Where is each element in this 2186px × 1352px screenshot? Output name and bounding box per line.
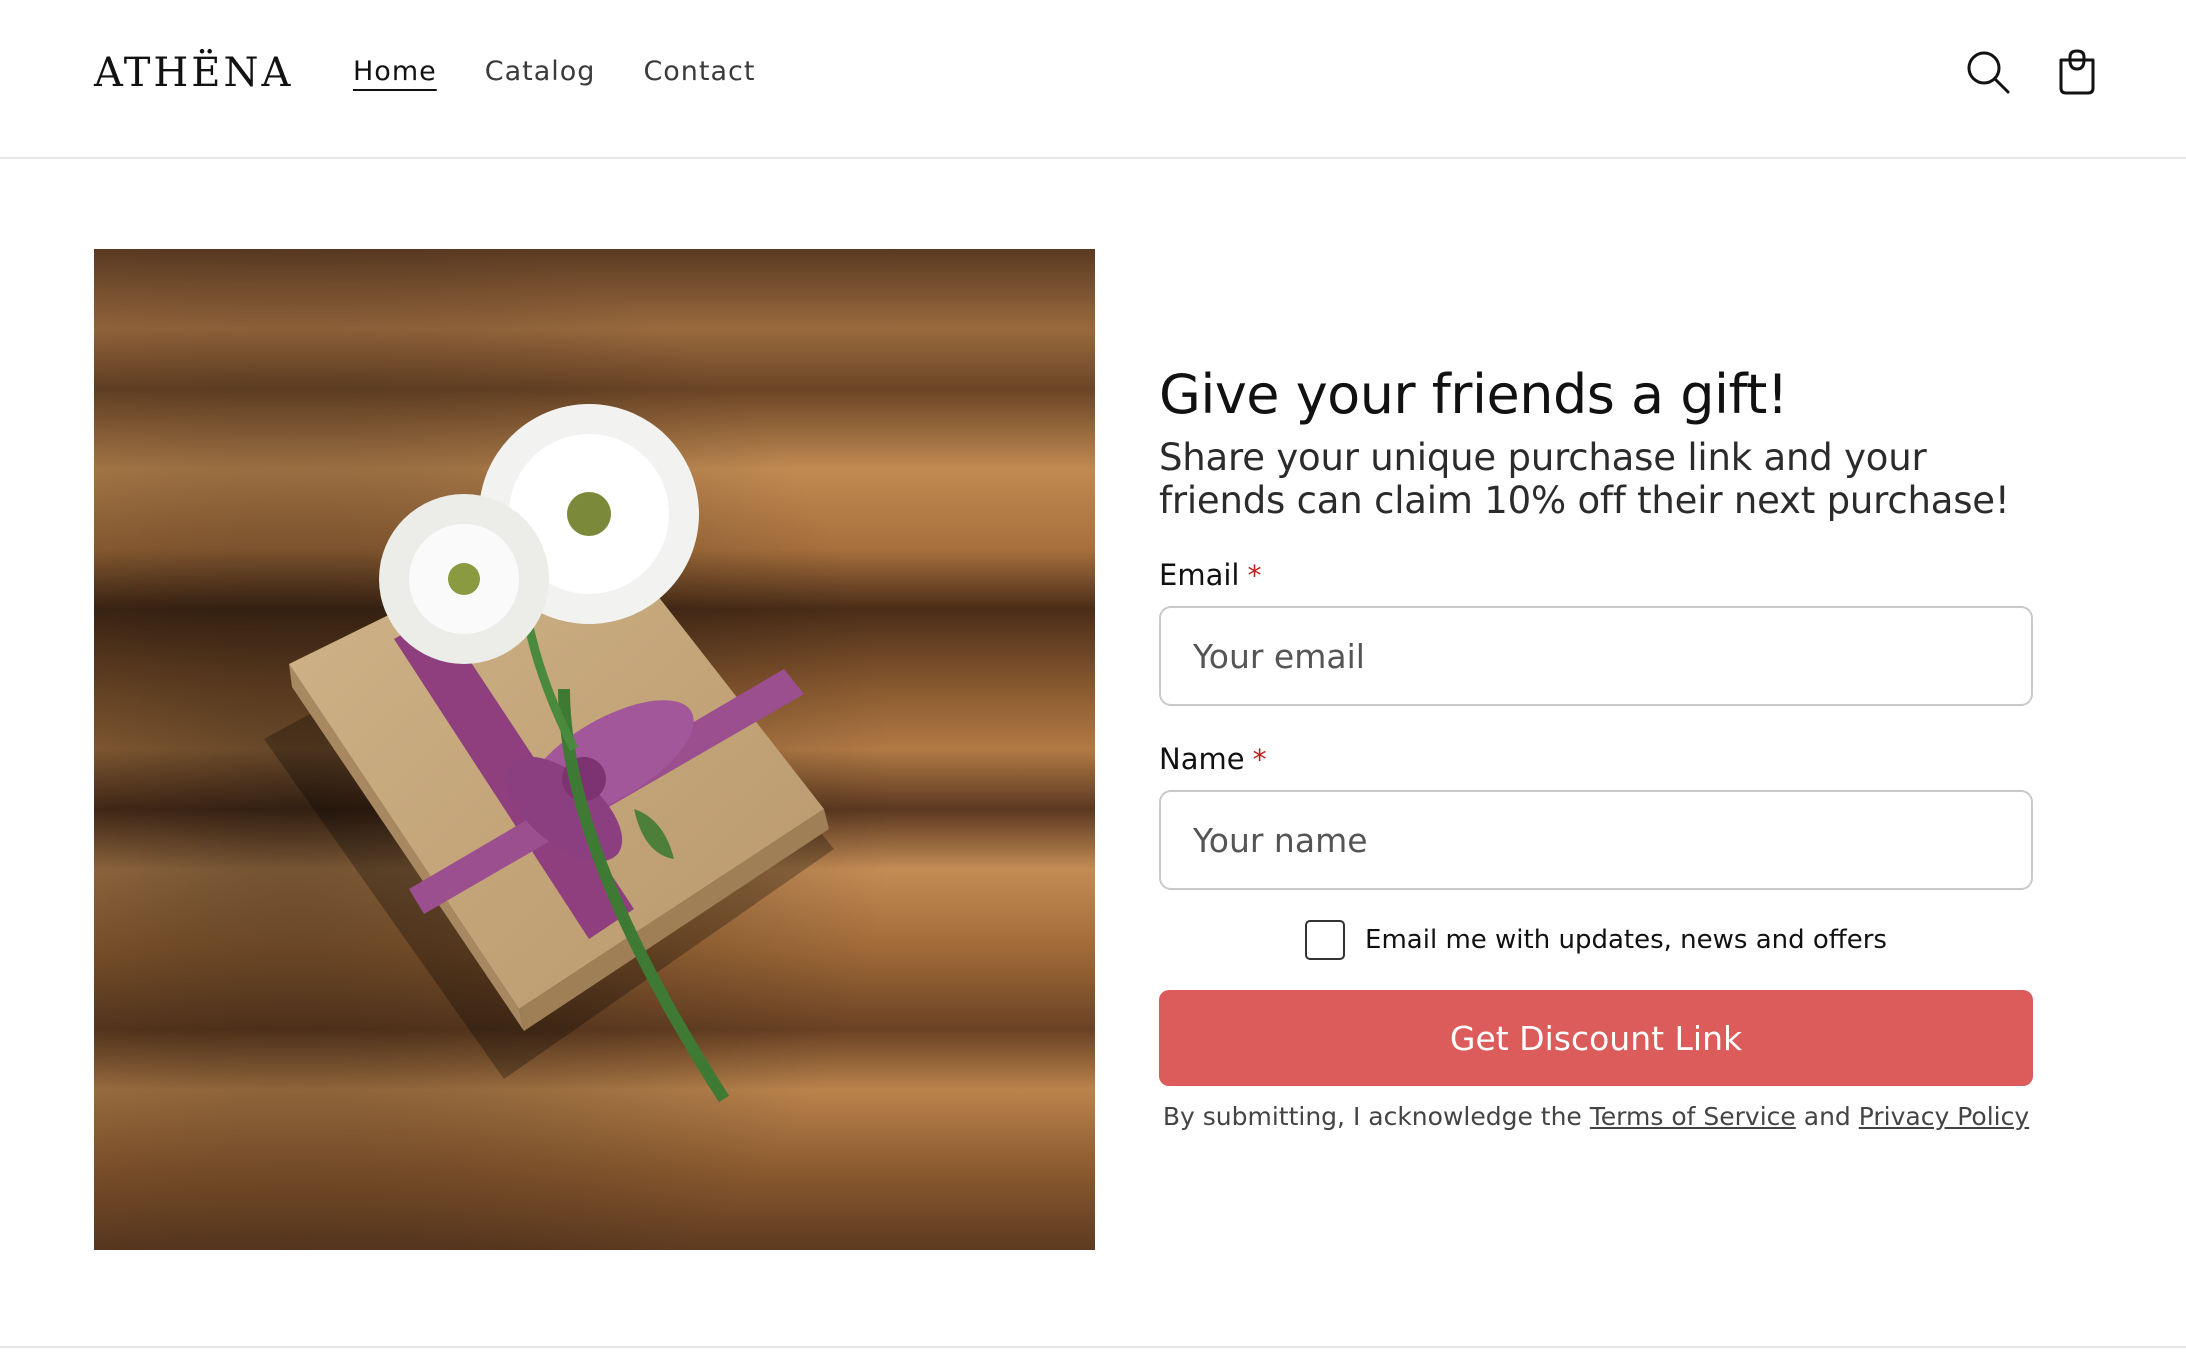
name-label-text: Name <box>1159 742 1245 776</box>
form-title: Give your friends a gift! <box>1159 363 1788 426</box>
name-field[interactable] <box>1159 790 2033 890</box>
nav-home[interactable]: Home <box>353 56 437 87</box>
get-discount-link-button[interactable]: Get Discount Link <box>1159 990 2033 1086</box>
marketing-consent-row: Email me with updates, news and offers <box>1159 920 2033 960</box>
required-marker: * <box>1252 742 1267 776</box>
name-label: Name * <box>1159 742 2033 776</box>
legal-prefix: By submitting, I acknowledge the <box>1162 1102 1582 1131</box>
terms-of-service-link[interactable]: Terms of Service <box>1590 1102 1796 1131</box>
marketing-consent-label[interactable]: Email me with updates, news and offers <box>1365 925 1887 955</box>
required-marker: * <box>1247 558 1262 592</box>
email-label-text: Email <box>1159 558 1240 592</box>
marketing-consent-checkbox[interactable] <box>1305 920 1346 960</box>
footer-divider <box>0 1346 2186 1348</box>
cart-icon[interactable] <box>2053 48 2101 96</box>
discount-form: Give your friends a gift! Share your uni… <box>1159 360 2033 1131</box>
email-label: Email * <box>1159 558 2033 592</box>
site-header: ATHËNA Home Catalog Contact <box>0 0 2186 159</box>
legal-and: and <box>1803 1102 1851 1131</box>
nav-catalog[interactable]: Catalog <box>485 56 596 87</box>
form-subtitle: Share your unique purchase link and your… <box>1159 436 2010 522</box>
gift-box-image <box>94 249 1095 1250</box>
site-logo[interactable]: ATHËNA <box>94 50 293 96</box>
email-field[interactable] <box>1159 606 2033 706</box>
privacy-policy-link[interactable]: Privacy Policy <box>1859 1102 2029 1131</box>
main-nav: Home Catalog Contact <box>353 56 755 87</box>
legal-notice: By submitting, I acknowledge the Terms o… <box>1159 1102 2033 1131</box>
search-icon[interactable] <box>1964 48 2012 96</box>
nav-contact[interactable]: Contact <box>643 56 755 87</box>
